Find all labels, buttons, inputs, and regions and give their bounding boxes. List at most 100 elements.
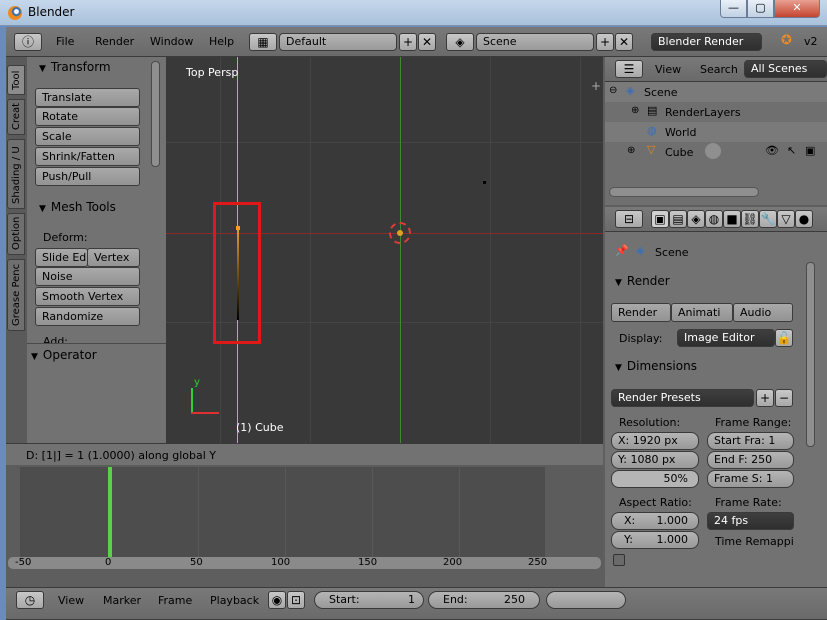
outliner-row-cube[interactable]: ⊕ ▽ Cube 👁 ↖ ▣ [605,142,827,162]
outliner-row-world[interactable]: ◍ World [605,122,827,142]
pin-icon[interactable]: 📌 [615,244,629,257]
resolution-x-field[interactable]: X: 1920 px [611,432,699,450]
current-frame-marker[interactable] [108,467,112,565]
world-tab-icon[interactable]: ◍ [705,210,723,228]
noise-button[interactable]: Noise [35,267,140,286]
audio-button[interactable]: Audio [733,303,793,322]
object-tab-icon[interactable]: ■ [723,210,741,228]
transform-panel-header[interactable]: ▼ Transform [39,60,111,74]
start-frame-label: Start: [329,593,360,606]
animation-button[interactable]: Animati [671,303,733,322]
tab-grease-pencil[interactable]: Grease Penc [7,259,25,331]
checkbox[interactable] [613,554,625,566]
maximize-button[interactable]: ▢ [747,0,774,18]
viewport-add-icon[interactable]: + [591,79,601,93]
close-button[interactable]: ✕ [774,0,820,18]
add-screen-icon[interactable]: + [399,33,417,51]
collapse-icon[interactable]: ⊖ [609,85,617,96]
constraints-tab-icon[interactable]: ⛓ [741,210,759,228]
current-frame-field[interactable] [546,591,626,609]
select-arrow-icon[interactable]: ↖ [787,144,796,157]
slide-edge-button[interactable]: Slide Ed [35,248,88,267]
expand-icon[interactable]: ⊕ [627,145,635,156]
push-pull-button[interactable]: Push/Pull [35,167,140,186]
minimize-button[interactable]: — [720,0,747,18]
menu-help[interactable]: Help [209,35,234,48]
scene-tab-icon[interactable]: ◈ [687,210,705,228]
visibility-eye-icon[interactable]: 👁 [765,144,779,157]
display-lock-icon[interactable]: 🔓 [775,329,793,347]
scene-field[interactable]: Scene [476,33,594,51]
frame-rate-select[interactable]: 24 fps [707,512,794,530]
outliner-menu-view[interactable]: View [655,63,681,76]
tab-tool[interactable]: Tool [7,65,25,95]
tab-create[interactable]: Creat [7,99,25,135]
add-preset-icon[interactable]: + [756,389,774,407]
properties-scrollbar[interactable] [806,262,815,447]
outliner-menu-search[interactable]: Search [700,63,738,76]
render-engine-select[interactable]: Blender Render [651,33,762,51]
randomize-button[interactable]: Randomize [35,307,140,326]
render-tab-icon[interactable]: ▣ [651,210,669,228]
expand-icon[interactable]: ⊕ [631,105,639,116]
3d-viewport[interactable]: Top Persp y (1) Cube + [166,57,603,443]
shrink-fatten-button[interactable]: Shrink/Fatten [35,147,140,166]
editor-type-timeline-icon[interactable]: ◷ [16,591,44,609]
rotate-button[interactable]: Rotate [35,107,140,126]
display-select[interactable]: Image Editor [677,329,775,347]
start-frame-field[interactable]: Start: 1 [314,591,424,609]
modifiers-tab-icon[interactable]: 🔧 [759,210,777,228]
end-frame-range-field[interactable]: End F: 250 [707,451,794,469]
timeline-menu-view[interactable]: View [58,594,84,607]
tab-shading-uvs[interactable]: Shading / U [7,139,25,209]
record-icon[interactable]: ◉ [268,591,286,609]
tab-options[interactable]: Option [7,213,25,255]
end-frame-field[interactable]: End: 250 [428,591,540,609]
dimensions-panel-header[interactable]: ▼ Dimensions [615,359,697,373]
timeline-area[interactable] [20,467,545,565]
operator-panel-header[interactable]: ▼ Operator [31,348,97,362]
outliner-filter-select[interactable]: All Scenes [744,60,827,78]
menu-window[interactable]: Window [150,35,193,48]
render-panel-header[interactable]: ▼ Render [615,274,670,288]
vertex-slide-button[interactable]: Vertex [87,248,140,267]
editor-type-info-icon[interactable]: ⓘ [14,33,42,51]
aspect-y-field[interactable]: Y: 1.000 [611,531,699,549]
remove-screen-icon[interactable]: ✕ [418,33,436,51]
outliner-row-renderlayers[interactable]: ⊕ ▤ RenderLayers [605,102,827,122]
remove-preset-icon[interactable]: − [775,389,793,407]
menu-render[interactable]: Render [95,35,134,48]
timeline-scrollbar[interactable] [8,557,601,569]
frame-step-field[interactable]: Frame S: 1 [707,470,794,488]
add-scene-icon[interactable]: + [596,33,614,51]
remove-scene-icon[interactable]: ✕ [615,33,633,51]
outliner-scrollbar[interactable] [609,187,759,197]
aspect-x-field[interactable]: X: 1.000 [611,512,699,530]
timeline-menu-frame[interactable]: Frame [158,594,192,607]
timeline-editor[interactable]: -50 0 50 100 150 200 250 [6,465,603,569]
mesh-tools-panel-header[interactable]: ▼ Mesh Tools [39,200,116,214]
lock-icon[interactable]: ⊡ [287,591,305,609]
scale-button[interactable]: Scale [35,127,140,146]
editor-type-properties-icon[interactable]: ⊟ [615,210,643,228]
toolshelf-scrollbar[interactable] [151,61,160,167]
resolution-percentage-slider[interactable]: 50% [611,470,699,488]
render-camera-icon[interactable]: ▣ [805,144,815,157]
menu-file[interactable]: File [56,35,74,48]
screen-layout-icon[interactable]: ▦ [249,33,277,51]
outliner-row-scene[interactable]: ⊖ ◈ Scene [605,82,827,102]
translate-button[interactable]: Translate [35,88,140,107]
material-tab-icon[interactable]: ● [795,210,813,228]
render-button[interactable]: Render [611,303,671,322]
data-tab-icon[interactable]: ▽ [777,210,795,228]
scene-select-icon[interactable]: ◈ [446,33,474,51]
smooth-vertex-button[interactable]: Smooth Vertex [35,287,140,306]
resolution-y-field[interactable]: Y: 1080 px [611,451,699,469]
screen-layout-field[interactable]: Default [279,33,397,51]
render-presets-select[interactable]: Render Presets [611,389,754,407]
timeline-menu-playback[interactable]: Playback [210,594,259,607]
editor-type-outliner-icon[interactable]: ☰ [615,60,643,78]
renderlayers-tab-icon[interactable]: ▤ [669,210,687,228]
timeline-menu-marker[interactable]: Marker [103,594,141,607]
start-frame-range-field[interactable]: Start Fra: 1 [707,432,794,450]
